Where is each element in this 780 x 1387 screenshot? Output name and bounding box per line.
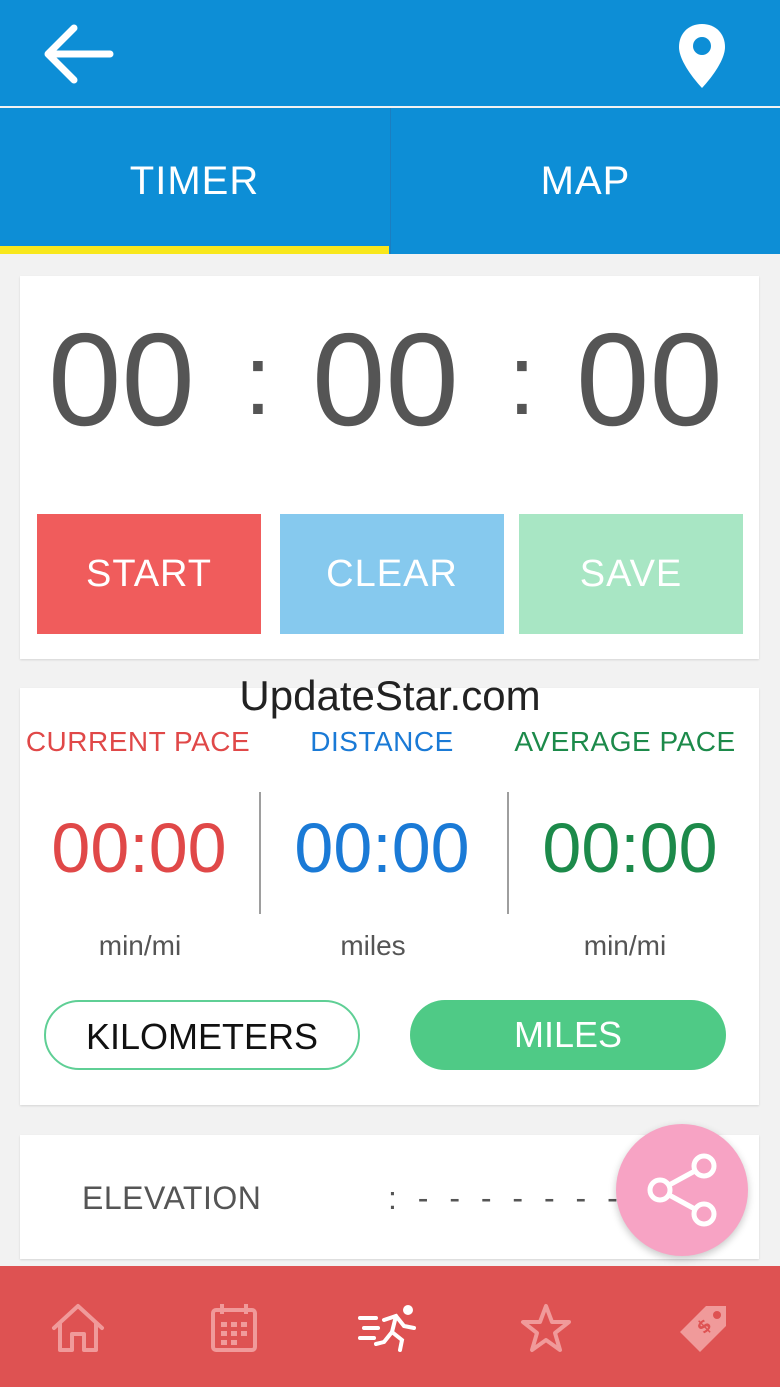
clear-button[interactable]: CLEAR: [280, 514, 504, 634]
current-pace-value: 00:00: [51, 809, 227, 887]
distance-unit: miles: [340, 930, 406, 961]
average-pace-value: 00:00: [542, 809, 718, 887]
nav-deals[interactable]: $: [676, 1302, 732, 1354]
save-button[interactable]: SAVE: [519, 514, 743, 634]
tab-timer-label: TIMER: [129, 159, 260, 203]
star-icon: [521, 1304, 571, 1352]
app-bar: [0, 0, 780, 106]
nav-favorites[interactable]: [518, 1302, 574, 1354]
bottom-navigation: $: [0, 1266, 780, 1387]
current-pace-unit: min/mi: [98, 930, 182, 961]
runner-icon: [358, 1305, 416, 1352]
current-pace-label: CURRENT PACE: [25, 726, 251, 757]
nav-home[interactable]: [50, 1302, 106, 1354]
stat-divider: [507, 792, 509, 914]
stat-divider: [259, 792, 261, 914]
location-button[interactable]: [676, 22, 728, 90]
timer-separator: :: [508, 324, 536, 436]
tag-icon: $: [680, 1306, 726, 1352]
nav-run[interactable]: [358, 1302, 422, 1354]
watermark: UpdateStar.com: [239, 672, 541, 719]
distance-value: 00:00: [294, 809, 470, 887]
share-icon: [647, 1153, 717, 1227]
active-tab-indicator: [0, 246, 389, 254]
average-pace-label: AVERAGE PACE: [514, 726, 736, 757]
miles-toggle[interactable]: MILES: [410, 1000, 726, 1070]
average-pace-unit: min/mi: [583, 930, 667, 961]
home-icon: [52, 1304, 104, 1352]
tab-bar: TIMER MAP: [0, 108, 780, 254]
timer-separator: :: [244, 324, 272, 436]
start-button[interactable]: START: [37, 514, 261, 634]
elevation-label: ELEVATION: [82, 1180, 262, 1216]
kilometers-toggle[interactable]: KILOMETERS: [44, 1000, 360, 1070]
timer-minutes: 00: [312, 306, 459, 453]
timer-display: 00 : 00 : 00: [0, 310, 780, 450]
timer-hours: 00: [48, 306, 195, 453]
tab-map[interactable]: MAP: [390, 108, 780, 254]
location-pin-icon: [679, 24, 725, 88]
tab-timer[interactable]: TIMER: [0, 108, 389, 254]
nav-calendar[interactable]: [206, 1302, 262, 1354]
back-button[interactable]: [40, 22, 116, 86]
elevation-value: : - - - - - - -: [388, 1180, 624, 1216]
back-arrow-icon: [44, 24, 114, 84]
timer-seconds: 00: [576, 306, 723, 453]
calendar-icon: [211, 1304, 257, 1352]
tab-map-label: MAP: [540, 159, 631, 203]
share-button[interactable]: [616, 1124, 748, 1256]
distance-label: DISTANCE: [310, 726, 454, 757]
